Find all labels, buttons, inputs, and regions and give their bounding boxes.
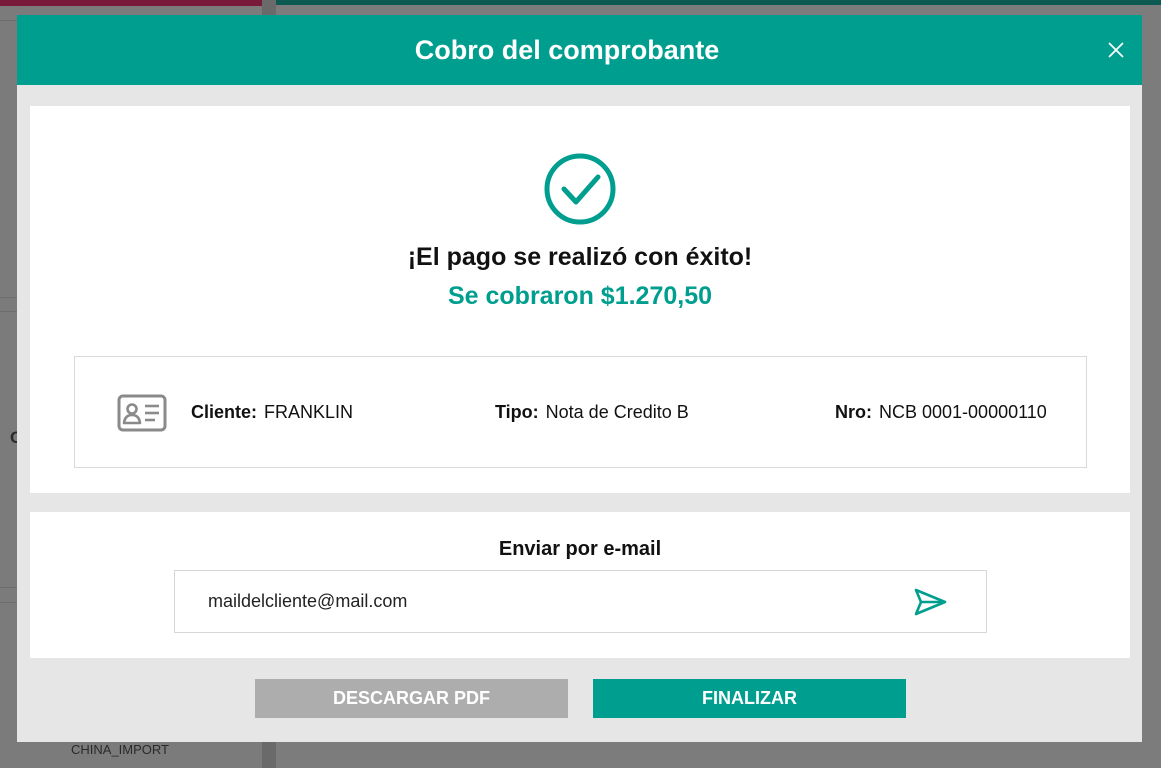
number-info: Nro: NCB 0001-00000110 [835,402,1047,423]
receipt-info-box: Cliente: FRANKLIN Tipo: Nota de Credito B … [74,356,1087,468]
type-info: Tipo: Nota de Credito B [495,402,689,423]
client-info: Cliente: FRANKLIN [191,402,353,423]
close-button[interactable] [1105,39,1127,61]
email-input[interactable] [195,571,895,632]
modal-title: Cobro del comprobante [414,35,720,65]
type-value: Nota de Credito B [545,402,689,422]
modal-header: Cobro del comprobante [17,15,1142,85]
email-section-title: Enviar por e-mail [498,538,662,560]
id-card-icon [117,394,167,432]
success-panel: ¡El pago se realizó con éxito! Se cobrar… [30,106,1130,493]
email-panel: Enviar por e-mail [30,512,1130,658]
check-circle-icon [544,153,616,225]
download-pdf-button[interactable]: DESCARGAR PDF [255,679,568,718]
type-label: Tipo: [495,402,539,422]
close-icon [1108,42,1124,58]
payment-modal: Cobro del comprobante ¡El pago se realiz… [17,15,1142,742]
background-main-topbar [276,0,1161,5]
send-icon [914,588,947,616]
finish-button[interactable]: FINALIZAR [593,679,906,718]
client-value: FRANKLIN [264,402,354,422]
success-title: ¡El pago se realizó con éxito! [407,243,753,271]
charged-amount: Se cobraron $1.270,50 [447,282,713,310]
email-field-container [174,570,987,633]
number-label: Nro: [835,402,872,422]
number-value: NCB 0001-00000110 [879,402,1047,422]
background-sidebar-item: CHINA_IMPORT [71,742,169,757]
send-email-button[interactable] [913,586,949,618]
client-label: Cliente: [191,402,258,422]
background-sidebar-topbar [0,0,262,6]
